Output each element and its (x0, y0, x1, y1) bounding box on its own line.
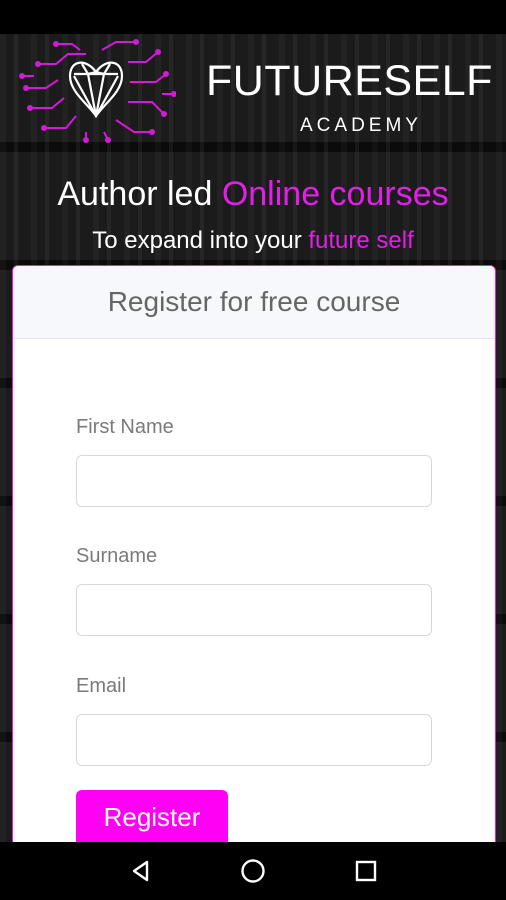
back-triangle-icon (132, 860, 149, 882)
email-label: Email (76, 675, 127, 697)
headline-accent-text: Online courses (221, 175, 449, 213)
email-field[interactable] (76, 714, 432, 766)
card-header: Register for free course (13, 266, 495, 339)
surname-field[interactable] (76, 584, 432, 636)
headline-text: Author led (57, 175, 222, 213)
circuit-heart-icon (19, 39, 176, 143)
brand-subtitle: ACADEMY (300, 115, 422, 136)
back-button[interactable] (125, 855, 157, 887)
recents-button[interactable] (350, 855, 382, 887)
first-name-label: First Name (76, 416, 174, 438)
system-navigation-bar (0, 842, 506, 900)
hero-subheadline: To expand into your future self (0, 227, 506, 254)
status-bar (0, 0, 506, 34)
first-name-field[interactable] (76, 455, 432, 507)
recents-square-icon (355, 860, 377, 882)
surname-label: Surname (76, 545, 158, 567)
register-button[interactable]: Register (76, 790, 228, 846)
home-circle-icon (241, 859, 265, 883)
registration-card: Register for free course First Name Surn… (12, 265, 496, 847)
brand-title: FUTURESELF (206, 57, 493, 105)
home-button[interactable] (237, 855, 269, 887)
hero-headline: Author led Online courses (0, 175, 506, 213)
subheadline-text: To expand into your (92, 227, 309, 254)
subheadline-accent-text: future self (308, 227, 414, 254)
app-screen: FUTURESELF ACADEMY Author led Online cou… (0, 0, 506, 900)
